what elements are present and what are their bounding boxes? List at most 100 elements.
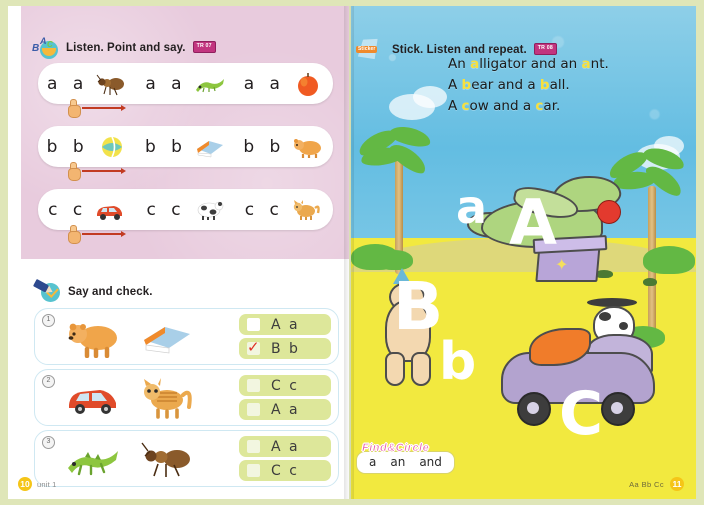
letter-strip-row-1[interactable]: a a a a a a — [38, 63, 333, 104]
strip-cell[interactable]: b b — [38, 126, 136, 167]
strip-cell[interactable]: c c — [38, 189, 136, 230]
letter-pair: b b — [144, 136, 187, 157]
sticker-letter-B-upper[interactable]: B — [393, 274, 443, 340]
option-checkbox-row[interactable]: C c — [239, 375, 331, 396]
apple-picture — [292, 70, 324, 98]
row-pictures — [65, 377, 195, 419]
ball-picture — [96, 133, 128, 161]
direction-arrow — [82, 105, 126, 111]
option-label: C c — [271, 462, 299, 479]
rhyme-text: An alligator and an ant. A bear and a ba… — [448, 54, 609, 117]
right-activity-title: Stick. Listen and repeat. — [392, 44, 527, 56]
option-checkbox-row[interactable]: A a — [239, 436, 331, 457]
row-number: 3 — [42, 436, 55, 449]
highlight-letter: c — [461, 98, 470, 114]
sticker-letter-A-upper[interactable]: A — [509, 192, 557, 254]
find-and-circle-activity: Find&Circle a an and — [356, 442, 455, 474]
option-label: B b — [271, 340, 300, 357]
option-label: A a — [271, 438, 300, 455]
cat-picture — [139, 377, 195, 419]
bear-picture — [292, 133, 324, 161]
car-picture — [94, 196, 126, 224]
letter-pair: b b — [243, 136, 286, 157]
right-activity-header: Sticker Stick. Listen and repeat. TR 08 — [355, 38, 557, 62]
left-page-footer: 10 unit 1 — [18, 477, 57, 491]
footer-letters: Aa Bb Cc — [629, 479, 664, 489]
strip-cell[interactable]: b b — [136, 126, 234, 167]
rhyme-text-part: A — [448, 77, 462, 93]
audio-track-badge-1[interactable]: TR 07 — [192, 41, 216, 53]
activity-1-title: Listen. Point and say. — [66, 42, 186, 54]
option-label: C c — [271, 377, 299, 394]
find-circle-word[interactable]: a — [369, 455, 376, 469]
answer-options: C c A a — [239, 375, 331, 420]
letter-pair: a a — [145, 73, 187, 94]
checkbox[interactable] — [247, 318, 260, 331]
checkbox[interactable] — [247, 379, 260, 392]
letter-pair: c c — [48, 199, 88, 220]
rhyme-text-part: ar. — [543, 98, 561, 114]
strip-cell[interactable]: a a — [235, 63, 333, 104]
checkbox[interactable] — [247, 464, 260, 477]
find-circle-word[interactable]: and — [419, 455, 442, 469]
letter-pair: b b — [46, 136, 89, 157]
rhyme-line-3: A cow and a car. — [448, 96, 609, 117]
pointing-hand-icon — [66, 99, 82, 118]
activity-2-title: Say and check. — [68, 286, 153, 298]
letter-pair: c c — [244, 199, 284, 220]
sticker-letter-a-lower[interactable]: a — [456, 184, 487, 230]
say-and-check-row-2[interactable]: 2 C c A a — [34, 369, 339, 426]
say-and-check-row-1[interactable]: 1 A a ✓ B b — [34, 308, 339, 365]
alligator-picture — [194, 70, 226, 98]
option-checkbox-row[interactable]: A a — [239, 314, 331, 335]
letter-strip-row-3[interactable]: c c c c c c — [38, 189, 333, 230]
abc-icon: A B C — [32, 36, 59, 59]
answer-options: A a ✓ B b — [239, 314, 331, 359]
sticker-letter-b-lower[interactable]: b — [439, 336, 476, 388]
car-picture — [65, 377, 121, 419]
pointing-hand-icon — [66, 162, 82, 181]
find-circle-banner: Find&Circle — [362, 442, 430, 455]
direction-arrow — [82, 168, 126, 174]
highlight-letter: b — [461, 77, 472, 93]
letter-strip-row-2[interactable]: b b b b b b — [38, 126, 333, 167]
highlight-letter: b — [539, 77, 550, 93]
right-page: Sticker Stick. Listen and repeat. TR 08 … — [351, 6, 696, 499]
audio-track-badge-2[interactable]: TR 08 — [533, 43, 557, 55]
row-number: 1 — [42, 314, 55, 327]
book-spread: A B C Listen. Point and say. TR 07 a a a… — [0, 0, 704, 505]
row-number: 2 — [42, 375, 55, 388]
left-page: A B C Listen. Point and say. TR 07 a a a… — [8, 6, 349, 499]
unit-label: unit 1 — [37, 479, 57, 489]
pencil-check-icon — [33, 278, 61, 303]
option-checkbox-row[interactable]: C c — [239, 460, 331, 481]
bush-shape — [643, 246, 695, 274]
checkbox[interactable] — [247, 440, 260, 453]
say-and-check-row-3[interactable]: 3 A a C c — [34, 430, 339, 487]
option-label: A a — [271, 401, 300, 418]
find-circle-word[interactable]: an — [390, 455, 405, 469]
page-number: 11 — [670, 477, 684, 491]
strip-cell[interactable]: a a — [136, 63, 234, 104]
strip-cell[interactable]: c c — [136, 189, 234, 230]
option-checkbox-row[interactable]: ✓ B b — [239, 338, 331, 359]
strip-cell[interactable]: c c — [235, 189, 333, 230]
rhyme-text-part: ow and a — [469, 98, 536, 114]
sticker-letter-C-upper[interactable]: C — [559, 384, 603, 444]
option-checkbox-row[interactable]: A a — [239, 399, 331, 420]
letter-pair: a a — [243, 73, 285, 94]
sticker-icon: Sticker — [355, 38, 385, 62]
letter-pair: c c — [146, 199, 186, 220]
page-number: 10 — [18, 477, 32, 491]
strip-cell[interactable]: a a — [38, 63, 136, 104]
find-circle-words[interactable]: a an and — [356, 451, 455, 474]
row-pictures — [65, 438, 195, 480]
checkbox[interactable] — [247, 403, 260, 416]
crocodile-foot — [643, 278, 657, 286]
sticker-tag-label: Sticker — [356, 46, 378, 53]
highlight-letter: a — [581, 56, 591, 72]
rhyme-line-2: A bear and a ball. — [448, 75, 609, 96]
cloud-shape — [413, 86, 447, 108]
book-picture — [194, 133, 226, 161]
strip-cell[interactable]: b b — [235, 126, 333, 167]
